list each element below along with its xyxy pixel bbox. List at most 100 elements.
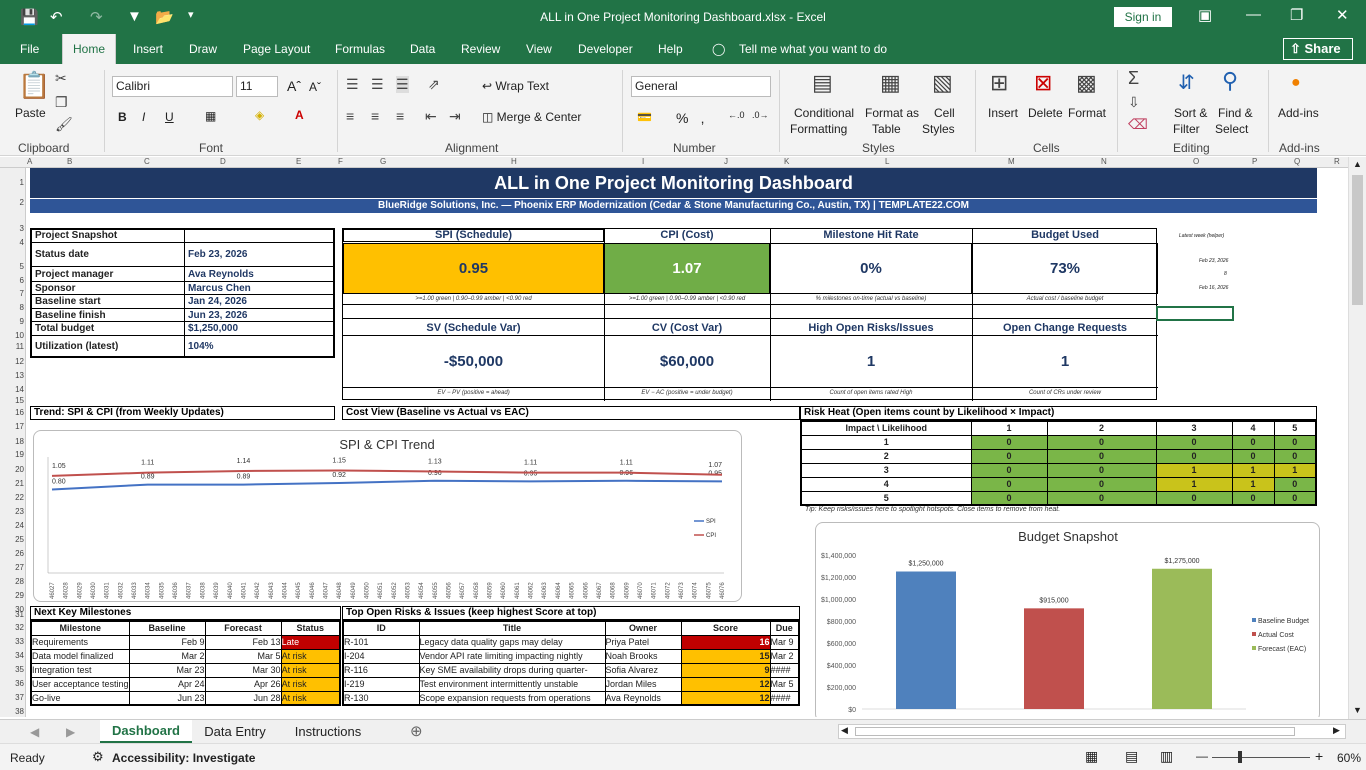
col-header[interactable]: M	[1008, 157, 1015, 166]
minimize-icon[interactable]: —	[1246, 6, 1261, 23]
snapshot-row[interactable]: Status date Feb 23, 2026	[32, 243, 333, 267]
risk-heat-cell[interactable]: 0	[1155, 448, 1233, 464]
fill-icon[interactable]: ⇩	[1128, 94, 1140, 111]
col-header[interactable]: J	[724, 157, 728, 166]
font-size-select[interactable]: 11	[236, 76, 278, 97]
tab-file[interactable]: File	[20, 42, 39, 56]
row-header[interactable]: 23	[0, 507, 24, 516]
tab-instructions[interactable]: Instructions	[284, 724, 372, 739]
row-header[interactable]: 7	[0, 289, 24, 298]
hscroll-right-icon[interactable]: ▶	[1333, 725, 1340, 736]
tab-help[interactable]: Help	[658, 42, 683, 56]
tab-data-entry[interactable]: Data Entry	[196, 724, 274, 739]
percent-style-icon[interactable]: %	[676, 110, 688, 126]
risk-heat-cell[interactable]: 1	[1273, 462, 1317, 478]
table-row[interactable]: I-204 Vendor API rate limiting impacting …	[342, 648, 800, 664]
cell-styles-label[interactable]: Styles	[922, 122, 955, 136]
col-header[interactable]: C	[144, 157, 150, 166]
borders-icon[interactable]: ▦	[205, 109, 216, 123]
col-header[interactable]: E	[296, 157, 301, 166]
col-header[interactable]: G	[380, 157, 386, 166]
risk-heat-cell[interactable]: 0	[1273, 448, 1317, 464]
decrease-decimal-icon[interactable]: .0→	[752, 110, 769, 120]
bar[interactable]	[1152, 568, 1212, 709]
row-header[interactable]: 22	[0, 493, 24, 502]
tab-developer[interactable]: Developer	[578, 42, 633, 56]
row-header[interactable]: 17	[0, 422, 24, 431]
cell-styles-button[interactable]: Cell	[934, 106, 955, 120]
row-header[interactable]: 25	[0, 535, 24, 544]
ribbon-display-icon[interactable]: ▣	[1198, 6, 1212, 24]
row-header[interactable]: 6	[0, 276, 24, 285]
vertical-scrollbar[interactable]: ▲ ▼	[1348, 157, 1366, 719]
tab-draw[interactable]: Draw	[189, 42, 217, 56]
find-select-label[interactable]: Select	[1215, 122, 1248, 136]
row-header[interactable]: 36	[0, 679, 24, 688]
copy-icon[interactable]: ❐	[55, 94, 68, 111]
autosum-icon[interactable]: Σ	[1128, 68, 1139, 89]
risk-heat-cell[interactable]: 0	[1155, 490, 1233, 506]
row-header[interactable]: 10	[0, 331, 24, 340]
zoom-slider-thumb[interactable]	[1238, 751, 1242, 763]
col-header[interactable]: F	[338, 157, 343, 166]
risk-heat-cell[interactable]: 0	[1046, 462, 1157, 478]
wrap-text-button[interactable]: ↩ Wrap Text	[482, 79, 549, 93]
risk-heat-cell[interactable]: 0	[970, 476, 1048, 492]
paste-button[interactable]: Paste	[15, 106, 46, 120]
risk-heat-cell[interactable]: 0	[1231, 490, 1275, 506]
row-header[interactable]: 35	[0, 665, 24, 674]
risk-heat-cell[interactable]: 0	[970, 434, 1048, 450]
table-row[interactable]: Requirements Feb 9 Feb 13 Late	[30, 634, 341, 650]
risk-heat-cell[interactable]: 0	[1231, 434, 1275, 450]
add-ins-button[interactable]: Add-ins	[1278, 106, 1319, 120]
align-center-icon[interactable]: ≡	[371, 108, 379, 124]
tab-page-layout[interactable]: Page Layout	[243, 42, 310, 56]
col-header[interactable]: Q	[1294, 157, 1300, 166]
zoom-in-icon[interactable]: +	[1315, 748, 1323, 764]
risk-heat-cell[interactable]: 0	[1046, 434, 1157, 450]
insert-cells-button[interactable]: Insert	[988, 106, 1018, 120]
bold-icon[interactable]: B	[118, 110, 127, 124]
increase-decimal-icon[interactable]: ←.0	[728, 110, 745, 120]
risk-heat-cell[interactable]: 0	[970, 490, 1048, 506]
col-header[interactable]: K	[784, 157, 789, 166]
budget-chart[interactable]: Budget Snapshot $0 $200,000 $400,000 $600,00…	[815, 522, 1320, 717]
align-left-icon[interactable]: ≡	[346, 108, 354, 124]
row-header[interactable]: 21	[0, 479, 24, 488]
tab-dashboard[interactable]: Dashboard	[100, 720, 192, 744]
risk-heat-cell[interactable]: 0	[1046, 448, 1157, 464]
horizontal-scrollbar[interactable]: ◀ ▶	[838, 724, 1346, 739]
row-header[interactable]: 3	[0, 224, 24, 233]
row-header[interactable]: 15	[0, 396, 24, 405]
row-header[interactable]: 9	[0, 317, 24, 326]
restore-icon[interactable]: ❐	[1290, 6, 1303, 24]
row-header[interactable]: 24	[0, 521, 24, 530]
normal-view-icon[interactable]: ▦	[1085, 748, 1098, 765]
row-header[interactable]: 14	[0, 385, 24, 394]
table-row[interactable]: Integration test Mar 23 Mar 30 At risk	[30, 662, 341, 678]
risk-heat-cell[interactable]: 1	[1155, 476, 1233, 492]
tab-scroll-left-icon[interactable]: ◀	[30, 725, 39, 739]
font-name-select[interactable]: Calibri	[112, 76, 233, 97]
col-header[interactable]: D	[220, 157, 226, 166]
zoom-out-icon[interactable]: —	[1196, 749, 1208, 763]
col-header[interactable]: I	[642, 157, 644, 166]
row-header[interactable]: 1	[0, 178, 24, 187]
row-header[interactable]: 2	[0, 198, 24, 207]
cut-icon[interactable]: ✂	[55, 70, 67, 87]
scroll-thumb[interactable]	[1352, 175, 1363, 305]
row-header[interactable]: 26	[0, 549, 24, 558]
risk-heat-cell[interactable]: 0	[1046, 476, 1157, 492]
hscroll-thumb[interactable]	[855, 727, 1295, 736]
row-header[interactable]: 27	[0, 563, 24, 572]
table-row[interactable]: R-116 Key SME availability drops during q…	[342, 662, 800, 678]
decrease-indent-icon[interactable]: ⇤	[425, 108, 437, 125]
snapshot-row[interactable]: Total budget $1,250,000	[32, 322, 333, 336]
number-format-select[interactable]: General	[631, 76, 771, 97]
row-header[interactable]: 32	[0, 623, 24, 632]
tab-data[interactable]: Data	[410, 42, 435, 56]
row-header[interactable]: 19	[0, 450, 24, 459]
accessibility-status[interactable]: Accessibility: Investigate	[112, 751, 255, 765]
sort-filter-label[interactable]: Filter	[1173, 122, 1200, 136]
snapshot-row[interactable]: Baseline finish Jun 23, 2026	[32, 309, 333, 322]
